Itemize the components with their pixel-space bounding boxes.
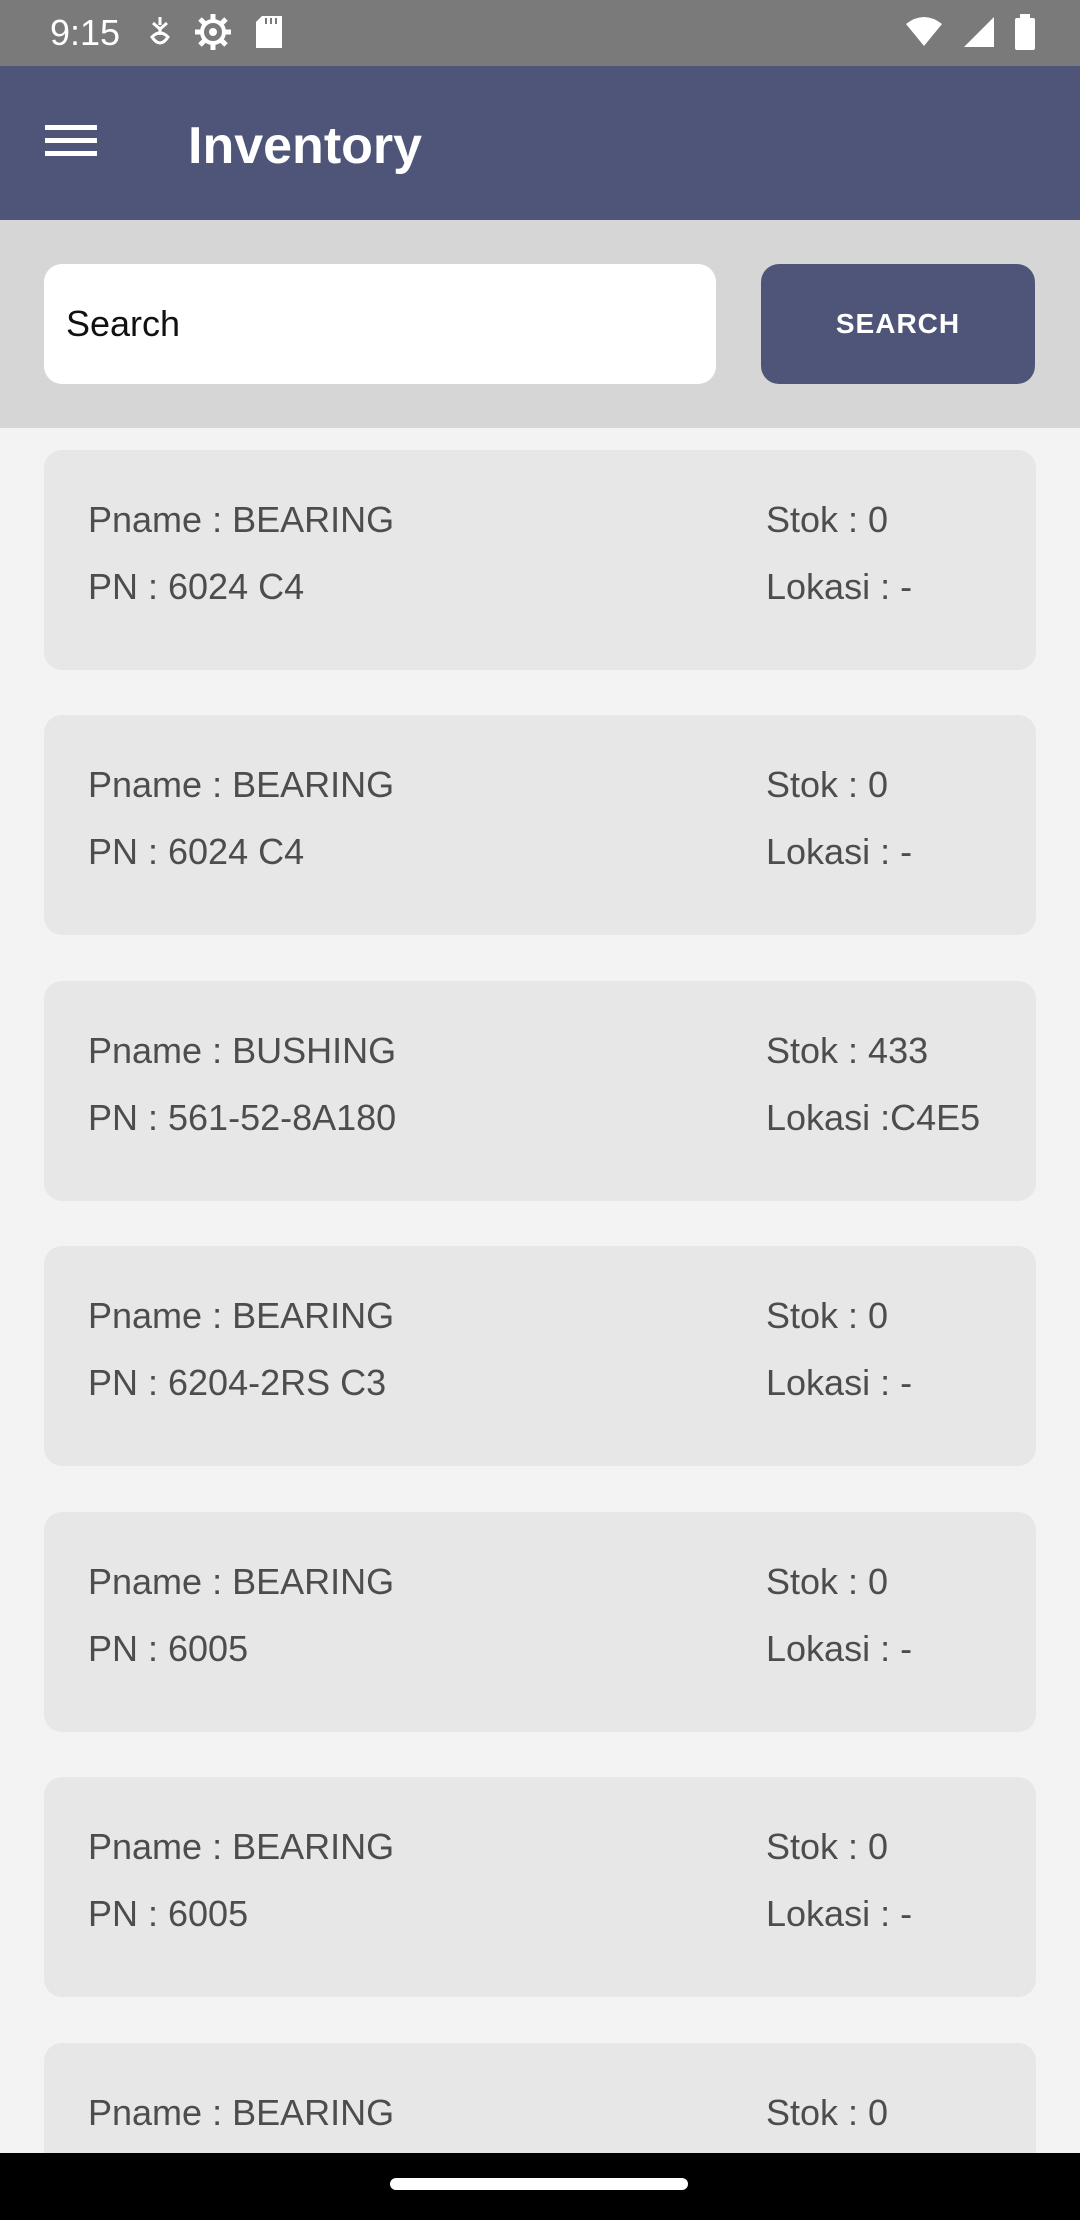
- search-bar: SEARCH: [0, 220, 1080, 428]
- list-item[interactable]: Pname : BEARING PN : 6005 Stok : 0 Lokas…: [44, 1512, 1036, 1732]
- hamburger-menu-icon: [45, 122, 97, 165]
- item-stok: Stok : 0: [766, 499, 889, 540]
- battery-icon: [1014, 13, 1036, 55]
- item-pname: Pname : BUSHING: [88, 1030, 397, 1071]
- home-gesture-handle[interactable]: [390, 2178, 688, 2190]
- search-input[interactable]: [44, 264, 716, 384]
- sd-card-icon: [254, 14, 284, 55]
- item-lokasi: Lokasi : -: [766, 831, 913, 872]
- item-lokasi: Lokasi : -: [766, 1628, 913, 1669]
- item-stok: Stok : 433: [766, 1030, 929, 1071]
- signal-icon: [962, 15, 996, 54]
- item-lokasi: Lokasi : -: [766, 1893, 913, 1934]
- item-stok: Stok : 0: [766, 1295, 889, 1336]
- list-item[interactable]: Pname : BEARING PN : 6024 C4 Stok : 0 Lo…: [44, 450, 1036, 670]
- item-stok: Stok : 0: [766, 1561, 889, 1602]
- app-bar: Inventory: [0, 66, 1080, 220]
- item-pname: Pname : BEARING: [88, 1826, 395, 1867]
- item-pn: PN : 6005: [88, 1628, 249, 1669]
- item-pname: Pname : BEARING: [88, 1561, 395, 1602]
- item-pn: PN : 6024 C4: [88, 831, 305, 872]
- settings-icon: [194, 13, 232, 56]
- page-title: Inventory: [188, 117, 423, 175]
- list-item[interactable]: Pname : BEARING PN : 6005 Stok : 0 Lokas…: [44, 1777, 1036, 1997]
- list-item[interactable]: Pname : BEARING PN : 6024 C4 Stok : 0 Lo…: [44, 715, 1036, 935]
- item-lokasi: Lokasi : -: [766, 1362, 913, 1403]
- list-item[interactable]: Pname : BEARING PN : 6204-2RS C3 Stok : …: [44, 1246, 1036, 1466]
- item-stok: Stok : 0: [766, 764, 889, 805]
- hamburger-menu-button[interactable]: [34, 110, 108, 176]
- item-pn: PN : 6005: [88, 1893, 249, 1934]
- inventory-list[interactable]: Pname : BEARING PN : 6024 C4 Stok : 0 Lo…: [0, 428, 1080, 2153]
- navigation-bar: [0, 2153, 1080, 2220]
- item-pn: PN : 6024 C4: [88, 566, 305, 607]
- item-pname: Pname : BEARING: [88, 2092, 395, 2133]
- list-item[interactable]: Pname : BEARING Stok : 0: [44, 2043, 1036, 2153]
- item-pname: Pname : BEARING: [88, 1295, 395, 1336]
- list-item[interactable]: Pname : BUSHING PN : 561-52-8A180 Stok :…: [44, 981, 1036, 1201]
- item-stok: Stok : 0: [766, 2092, 889, 2133]
- status-left-icons: [148, 13, 284, 56]
- status-right-icons: [904, 13, 1036, 55]
- item-pname: Pname : BEARING: [88, 499, 395, 540]
- search-button[interactable]: SEARCH: [761, 264, 1035, 384]
- item-pn: PN : 6204-2RS C3: [88, 1362, 387, 1403]
- data-saver-icon: [148, 15, 172, 54]
- item-stok: Stok : 0: [766, 1826, 889, 1867]
- status-bar: 9:15: [0, 0, 1080, 66]
- item-lokasi: Lokasi : -: [766, 566, 913, 607]
- item-pname: Pname : BEARING: [88, 764, 395, 805]
- status-time: 9:15: [50, 12, 121, 53]
- item-pn: PN : 561-52-8A180: [88, 1097, 397, 1138]
- wifi-icon: [904, 16, 944, 53]
- item-lokasi: Lokasi :C4E5: [766, 1097, 981, 1138]
